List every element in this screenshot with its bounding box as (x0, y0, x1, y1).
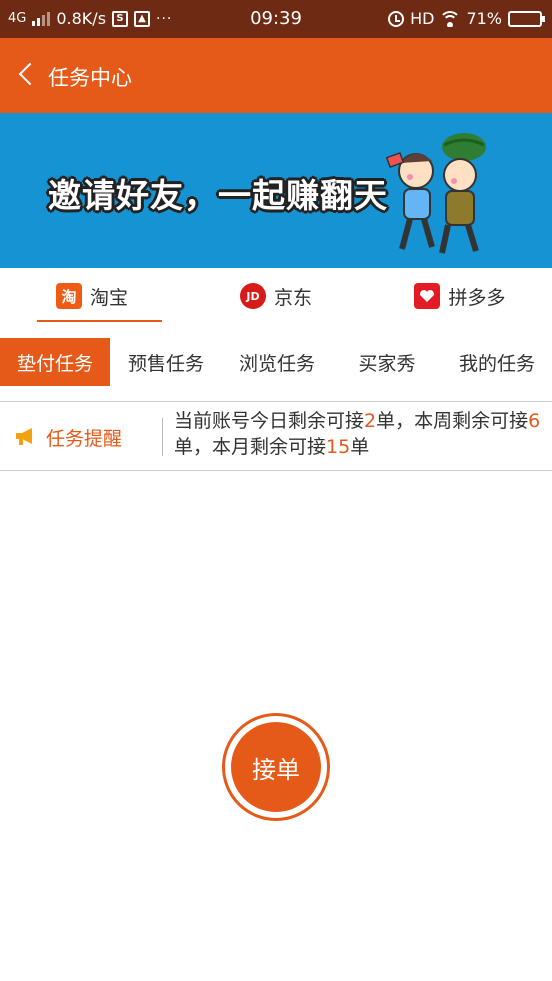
week-remaining-count: 6 (528, 410, 541, 432)
tab-pinduoduo[interactable]: 拼多多 (368, 268, 552, 324)
app-header: 任务中心 (0, 38, 552, 113)
jd-icon: JD (239, 283, 266, 309)
platform-tabs: 淘 淘宝 JD 京东 拼多多 (0, 268, 552, 324)
month-remaining-count: 15 (326, 436, 351, 458)
tab-advance-payment-task[interactable]: 垫付任务 (0, 338, 110, 386)
taobao-icon: 淘 (55, 283, 82, 309)
task-type-tabs: 垫付任务 预售任务 浏览任务 买家秀 我的任务 (0, 338, 552, 386)
back-arrow-icon[interactable] (14, 60, 40, 90)
task-reminder-label: 任务提醒 (46, 428, 123, 450)
reminder-text-part: 单 (350, 436, 370, 458)
tab-taobao[interactable]: 淘 淘宝 (0, 268, 184, 324)
tab-buyer-show[interactable]: 买家秀 (332, 338, 442, 386)
wifi-icon (440, 10, 461, 27)
tab-jd-label: 京东 (273, 286, 312, 309)
hd-label: HD (410, 9, 435, 28)
page-title: 任务中心 (48, 66, 132, 90)
task-reminder: 任务提醒 当前账号今日剩余可接2单，本周剩余可接6 单，本月剩余可接15单 (0, 402, 552, 470)
accept-order-button[interactable]: 接单 (222, 713, 330, 821)
reminder-text-part: 当前账号今日剩余可接 (174, 410, 365, 432)
battery-icon (508, 10, 545, 27)
tab-browse-task[interactable]: 浏览任务 (222, 338, 332, 386)
reminder-text-part: 单，本周剩余可接 (376, 410, 529, 432)
tab-presale-task[interactable]: 预售任务 (110, 338, 222, 386)
pinduoduo-icon (414, 283, 441, 309)
cartoon-friends-illustration (385, 133, 486, 254)
invite-banner[interactable]: 邀请好友，一起赚翻天 (0, 113, 552, 268)
alarm-icon (388, 10, 405, 27)
tab-my-tasks[interactable]: 我的任务 (442, 338, 552, 386)
status-bar: 4G 0.8K/s S ▲ ··· 09:39 HD 71% (0, 0, 552, 38)
tab-pinduoduo-label: 拼多多 (448, 286, 506, 309)
task-reminder-text: 当前账号今日剩余可接2单，本周剩余可接6 单，本月剩余可接15单 (174, 408, 544, 460)
megaphone-icon (16, 428, 32, 445)
separator (162, 418, 163, 456)
reminder-text-part: 单，本月剩余可接 (174, 436, 327, 458)
battery-percent: 71% (466, 9, 502, 28)
divider (0, 470, 552, 471)
today-remaining-count: 2 (364, 410, 377, 432)
tab-taobao-label: 淘宝 (89, 286, 128, 309)
banner-text: 邀请好友，一起赚翻天 (48, 176, 388, 215)
accept-order-label: 接单 (231, 722, 321, 812)
tab-jd[interactable]: JD 京东 (184, 268, 368, 324)
